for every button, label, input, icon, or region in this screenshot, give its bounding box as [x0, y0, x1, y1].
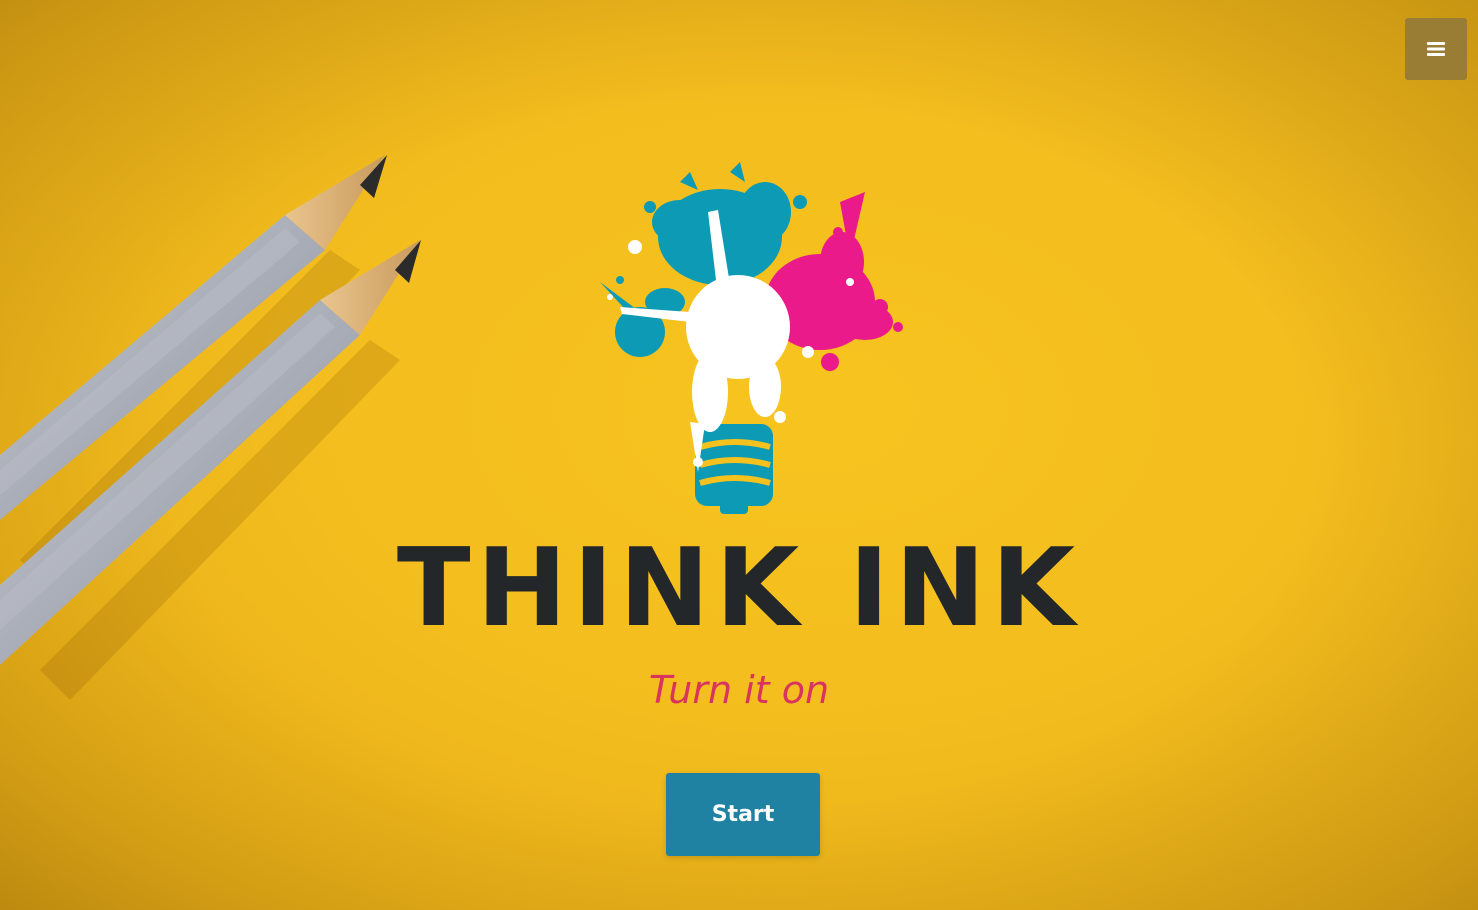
brand-title: THINK INK: [396, 526, 1082, 651]
hamburger-menu-icon: [1427, 42, 1445, 56]
menu-button[interactable]: [1405, 18, 1467, 80]
ink-splash-lightbulb-logo: [600, 162, 903, 514]
start-button[interactable]: Start: [666, 773, 820, 856]
tagline: Turn it on: [648, 668, 830, 712]
